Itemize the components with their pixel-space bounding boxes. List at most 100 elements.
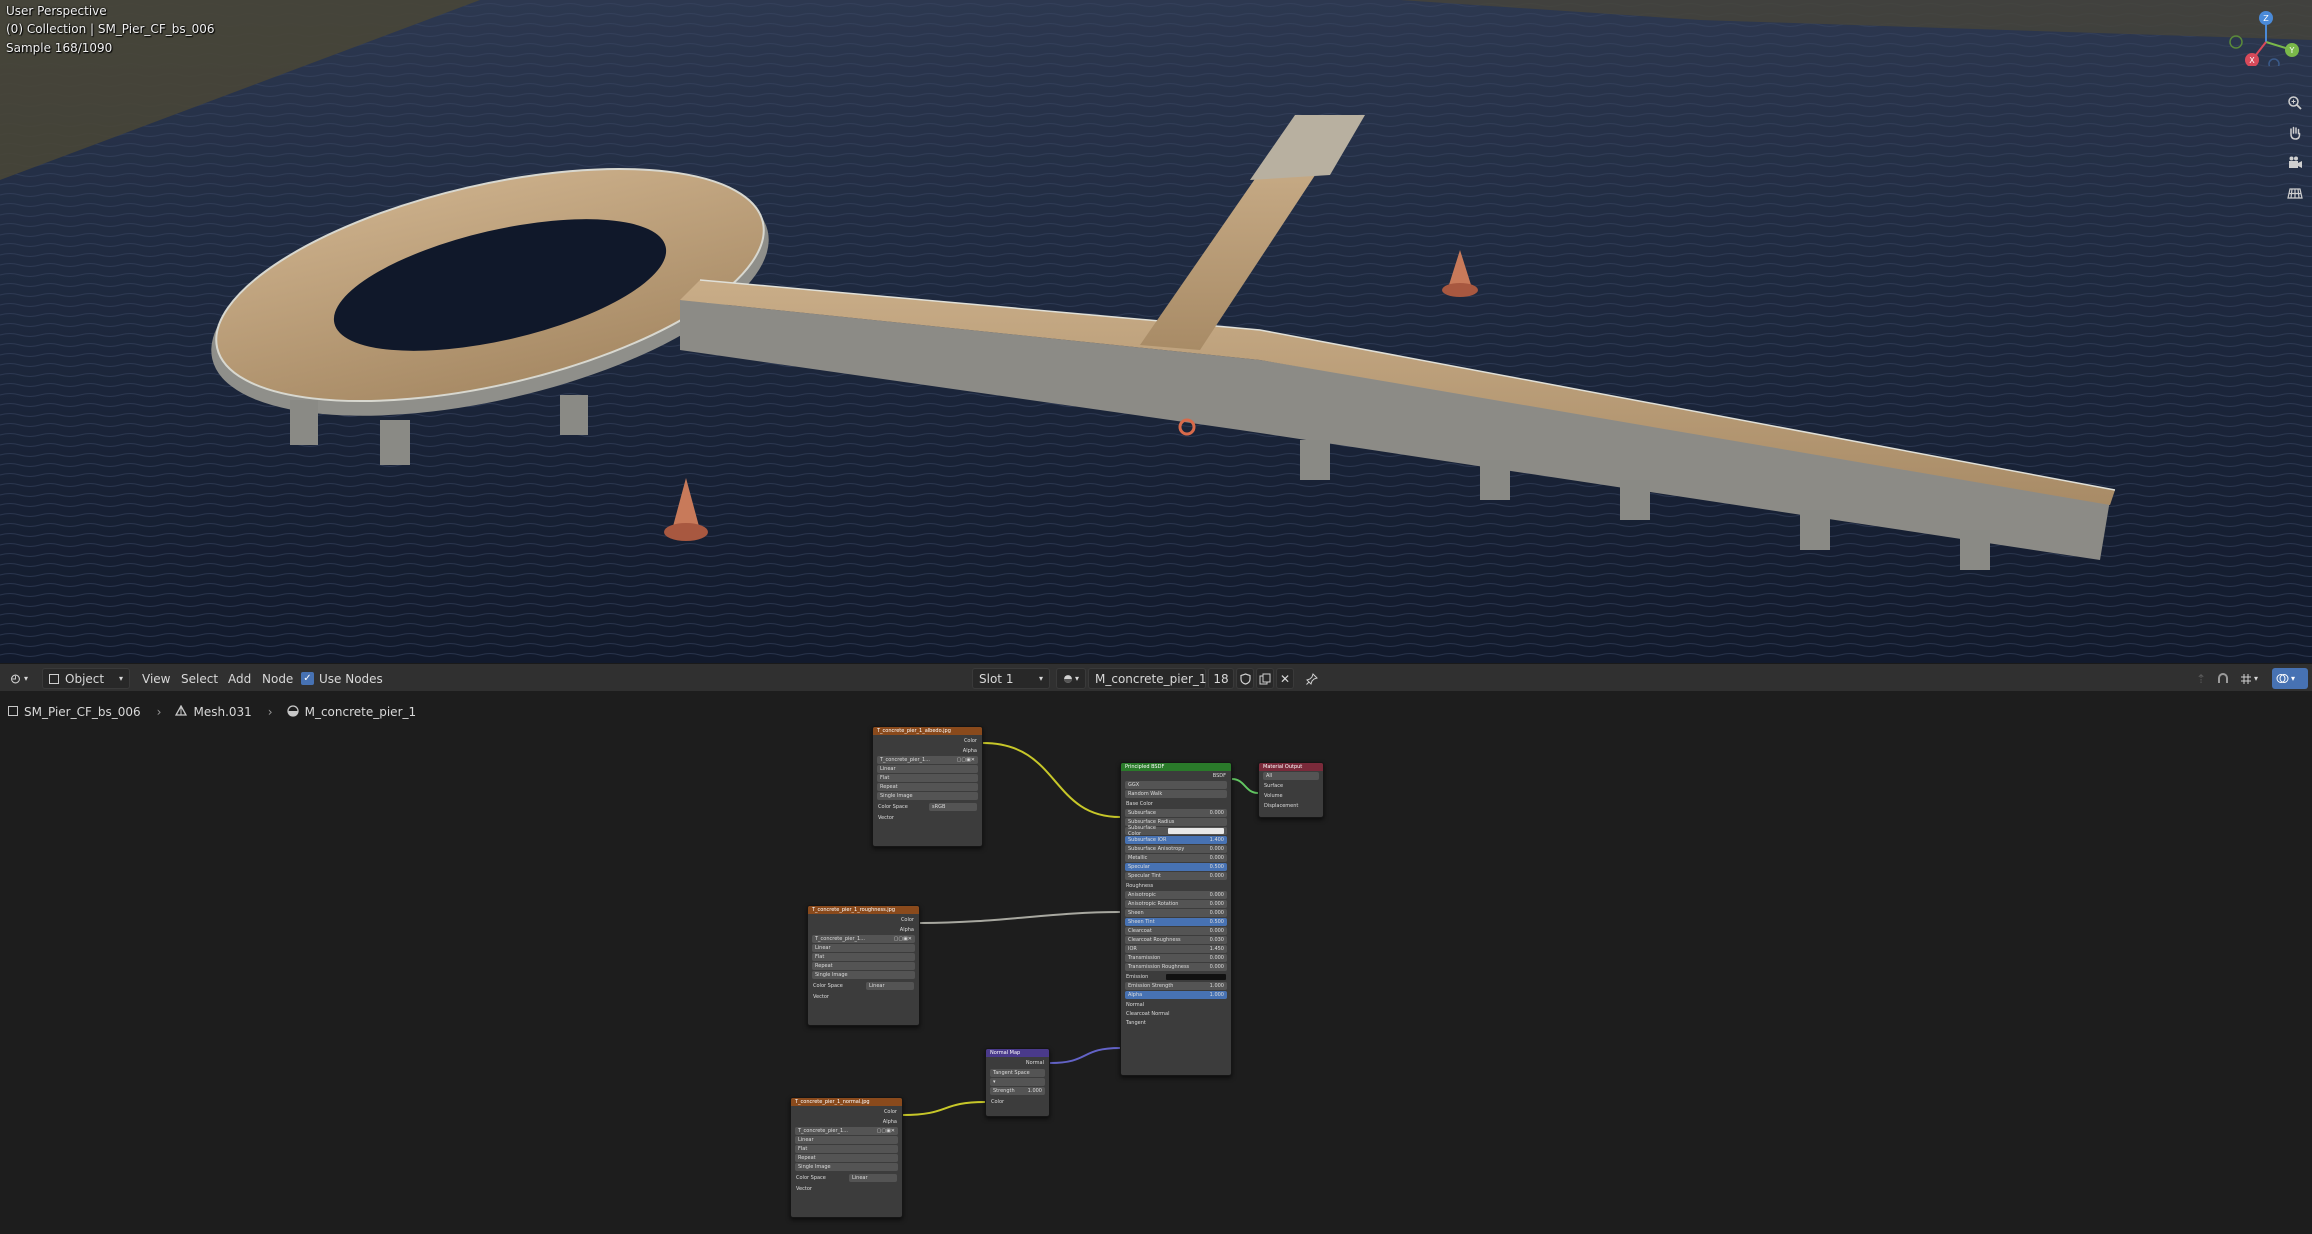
gizmo-x-label[interactable]: X [2249,56,2255,65]
projection-select[interactable]: Flat [795,1145,898,1153]
snap-icon[interactable] [2214,668,2232,689]
duplicate-icon[interactable] [1256,668,1274,689]
source-select[interactable]: Single Image [877,792,978,800]
grid-icon[interactable] [2282,180,2308,206]
distribution-select[interactable]: GGX [1125,781,1227,789]
bsdf-row-emission-strength[interactable]: Emission Strength 1.000 [1125,982,1227,990]
color-space-row[interactable]: Color Space Linear [808,980,919,991]
space-select[interactable]: Tangent Space [990,1069,1045,1077]
subsurface-method-select[interactable]: Random Walk [1125,790,1227,798]
bsdf-row-specular-tint[interactable]: Specular Tint 0.000 [1125,872,1227,880]
image-selector[interactable]: T_concrete_pier_1... ▢▢▣✕ [877,756,978,764]
user-count-button[interactable]: 18 [1208,668,1234,689]
parent-node-tree-icon[interactable]: ⇡ [2192,668,2210,689]
interpolation-select[interactable]: Linear [877,765,978,773]
source-select[interactable]: Single Image [795,1163,898,1171]
node-title[interactable]: Material Output [1259,763,1323,771]
strength-field[interactable]: Strength 1.000 [990,1087,1045,1095]
unlink-close-icon[interactable]: ✕ [1276,668,1294,689]
source-select[interactable]: Single Image [812,971,915,979]
color-space-row[interactable]: Color Space sRGB [873,801,982,812]
socket-volume[interactable]: Volume [1259,791,1323,801]
socket-normal[interactable]: Normal [1121,1000,1231,1009]
node-albedo-texture[interactable]: T_concrete_pier_1_albedo.jpg Color Alpha… [872,726,983,847]
bsdf-row-sheen-tint[interactable]: Sheen Tint 0.500 [1125,918,1227,926]
socket-tangent[interactable]: Tangent [1121,1018,1231,1027]
camera-icon[interactable] [2282,150,2308,176]
bsdf-row-specular[interactable]: Specular 0.500 [1125,863,1227,871]
socket-alpha[interactable]: Alpha [808,925,919,934]
emission-swatch[interactable] [1166,973,1226,980]
interpolation-select[interactable]: Linear [795,1136,898,1144]
node-title[interactable]: T_concrete_pier_1_normal.jpg [791,1098,902,1106]
bsdf-row-clearcoat[interactable]: Clearcoat 0.000 [1125,927,1227,935]
image-selector[interactable]: T_concrete_pier_1... ▢▢▣✕ [795,1127,898,1135]
snap-mode-select[interactable]: ▾ [2236,668,2266,689]
socket-color[interactable]: Color [986,1096,1049,1107]
socket-base-color[interactable]: Base Color [1121,799,1231,808]
navigation-gizmo[interactable]: Z Y X [2222,6,2308,66]
color-space-row[interactable]: Color Space Linear [791,1172,902,1183]
node-material-output[interactable]: Material Output All Surface Volume Displ… [1258,762,1324,818]
use-nodes-toggle[interactable]: ✓ Use Nodes [301,668,383,689]
color-space-select[interactable]: Linear [849,1173,897,1182]
node-title[interactable]: T_concrete_pier_1_roughness.jpg [808,906,919,914]
node-principled-bsdf[interactable]: Principled BSDF BSDF GGX Random Walk Bas… [1120,762,1232,1076]
socket-vector[interactable]: Vector [873,812,982,823]
slot-select[interactable]: Slot 1 ▾ [972,668,1050,689]
bsdf-row-ior[interactable]: IOR 1.450 [1125,945,1227,953]
node-title[interactable]: Principled BSDF [1121,763,1231,771]
extension-select[interactable]: Repeat [795,1154,898,1162]
socket-color[interactable]: Color [791,1106,902,1117]
3d-viewport[interactable]: User Perspective (0) Collection | SM_Pie… [0,0,2312,663]
material-browse-button[interactable]: ▾ [1056,668,1086,689]
bsdf-row-metallic[interactable]: Metallic 0.000 [1125,854,1227,862]
socket-displacement[interactable]: Displacement [1259,801,1323,811]
bsdf-row-anisotropic[interactable]: Anisotropic 0.000 [1125,891,1227,899]
image-selector[interactable]: T_concrete_pier_1... ▢▢▣✕ [812,935,915,943]
interpolation-select[interactable]: Linear [812,944,915,952]
node-title[interactable]: T_concrete_pier_1_albedo.jpg [873,727,982,735]
extension-select[interactable]: Repeat [812,962,915,970]
object-mode-select[interactable]: Object ▾ [42,668,130,689]
node-normal-texture[interactable]: T_concrete_pier_1_normal.jpg Color Alpha… [790,1097,903,1218]
zoom-icon[interactable] [2282,90,2308,116]
menu-add[interactable]: Add [228,668,251,689]
image-buttons-icon[interactable]: ▢▢▣✕ [877,1128,895,1134]
overlays-toggle[interactable]: ▾ [2272,668,2308,689]
fake-user-shield-icon[interactable] [1236,668,1254,689]
projection-select[interactable]: Flat [877,774,978,782]
bsdf-row-subsurface-ior[interactable]: Subsurface IOR 1.400 [1125,836,1227,844]
bsdf-row-transmission[interactable]: Transmission 0.000 [1125,954,1227,962]
node-normal-map[interactable]: Normal Map Normal Tangent Space ▾ Streng… [985,1048,1050,1117]
hand-icon[interactable] [2282,120,2308,146]
menu-node[interactable]: Node [262,668,293,689]
socket-roughness[interactable]: Roughness [1121,881,1231,890]
bsdf-row-subsurface-color[interactable]: Subsurface Color [1125,825,1227,837]
color-space-select[interactable]: sRGB [929,802,977,811]
bsdf-row-clearcoat-roughness[interactable]: Clearcoat Roughness 0.030 [1125,936,1227,944]
image-buttons-icon[interactable]: ▢▢▣✕ [894,936,912,942]
socket-vector[interactable]: Vector [791,1183,902,1194]
extension-select[interactable]: Repeat [877,783,978,791]
material-name-field[interactable]: M_concrete_pier_1 [1088,668,1207,689]
socket-vector[interactable]: Vector [808,991,919,1002]
menu-select[interactable]: Select [181,668,218,689]
target-select[interactable]: All [1263,772,1319,780]
socket-surface[interactable]: Surface [1259,781,1323,791]
bsdf-row-alpha[interactable]: Alpha 1.000 [1125,991,1227,999]
checkbox-checked-icon[interactable]: ✓ [301,672,314,685]
projection-select[interactable]: Flat [812,953,915,961]
bsdf-row-subsurface-anisotropy[interactable]: Subsurface Anisotropy 0.000 [1125,845,1227,853]
uv-map-select[interactable]: ▾ [990,1078,1045,1086]
bsdf-row-transmission-roughness[interactable]: Transmission Roughness 0.000 [1125,963,1227,971]
socket-bsdf[interactable]: BSDF [1121,771,1231,780]
bsdf-row-anisotropic-rotation[interactable]: Anisotropic Rotation 0.000 [1125,900,1227,908]
color-space-select[interactable]: Linear [866,981,914,990]
color-swatch[interactable] [1167,828,1224,834]
bsdf-row-subsurface[interactable]: Subsurface 0.000 [1125,809,1227,817]
socket-color[interactable]: Color [873,735,982,746]
socket-normal[interactable]: Normal [986,1057,1049,1068]
gizmo-z-label[interactable]: Z [2263,14,2269,23]
socket-alpha[interactable]: Alpha [791,1117,902,1126]
